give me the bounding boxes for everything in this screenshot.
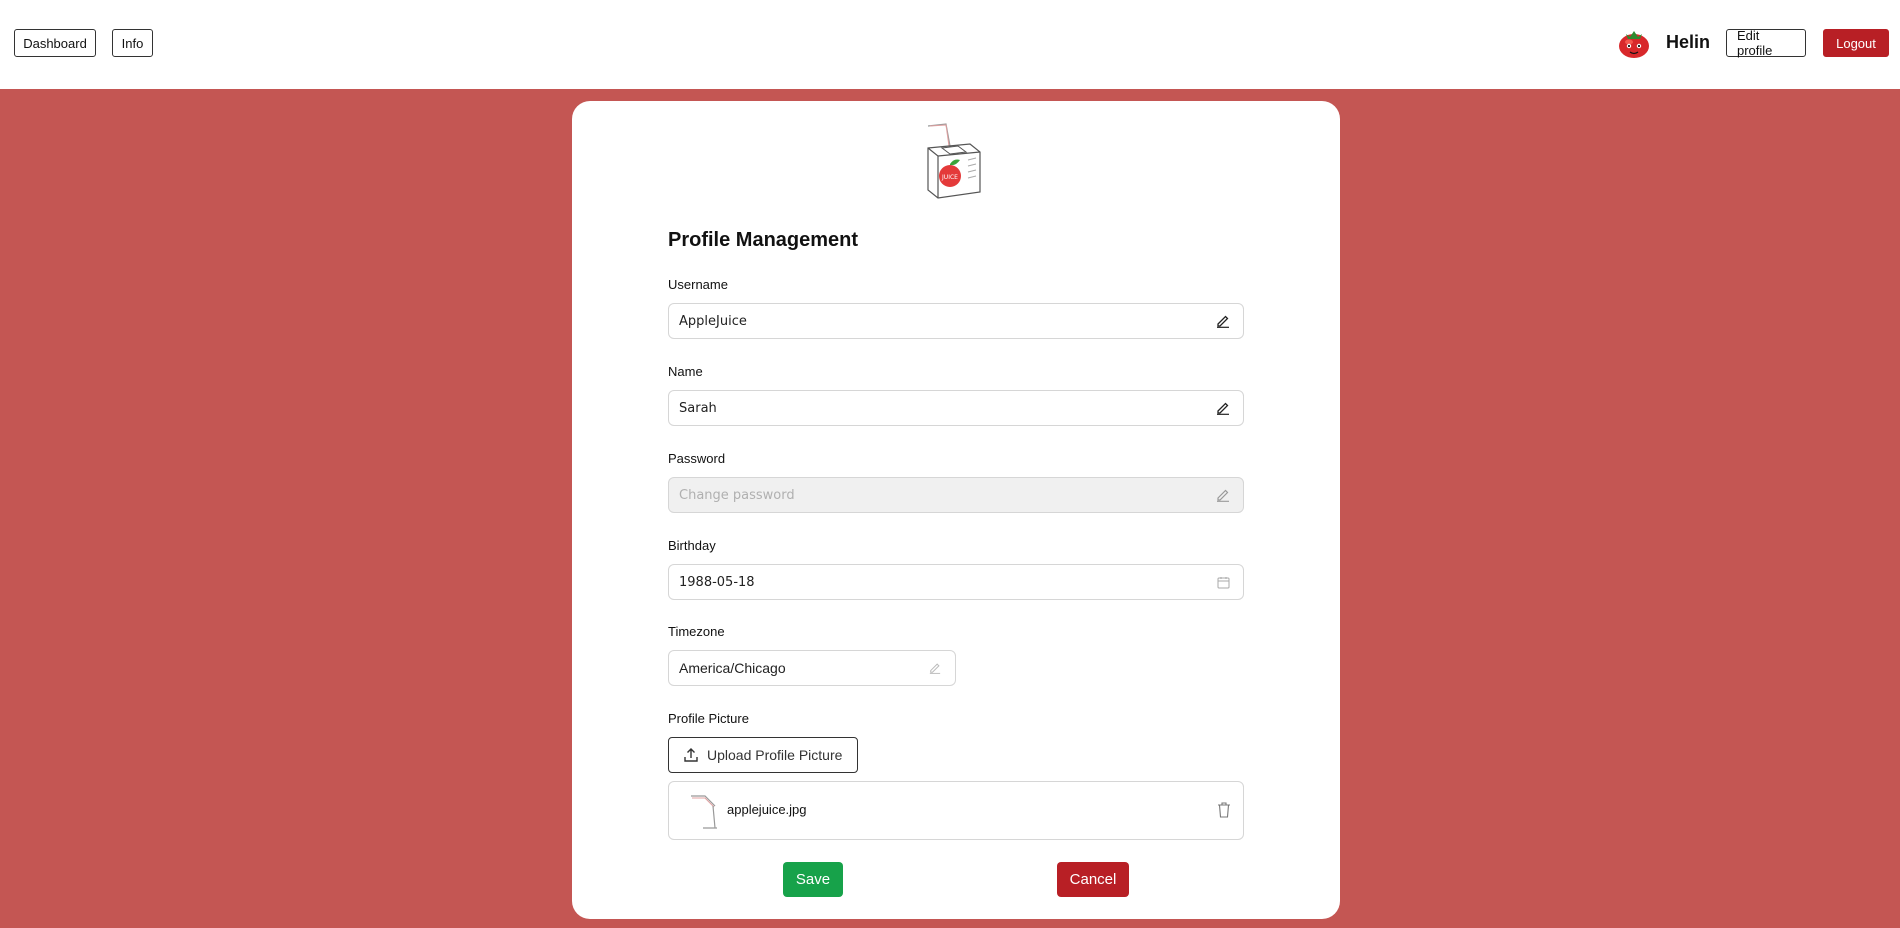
top-bar: Dashboard Info Helin Edit profile Logout <box>0 0 1900 89</box>
calendar-icon[interactable] <box>1215 574 1231 590</box>
logout-button[interactable]: Logout <box>1823 29 1889 57</box>
edit-profile-button[interactable]: Edit profile <box>1726 28 1806 58</box>
pencil-icon[interactable] <box>1215 400 1231 416</box>
timezone-label: Timezone <box>668 624 725 639</box>
upload-label: Upload Profile Picture <box>707 747 843 763</box>
password-field[interactable]: Change password <box>668 477 1244 513</box>
uploaded-file-item: applejuice.jpg <box>668 781 1244 840</box>
save-button[interactable]: Save <box>783 862 843 897</box>
birthday-field[interactable]: 1988-05-18 <box>668 564 1244 600</box>
timezone-value: America/Chicago <box>679 660 786 676</box>
tomato-avatar-icon <box>1619 31 1649 58</box>
dashboard-button[interactable]: Dashboard <box>14 29 96 57</box>
apple-juice-box-logo: JUICE <box>927 123 981 199</box>
username-field[interactable]: AppleJuice <box>668 303 1244 339</box>
pencil-icon[interactable] <box>1215 313 1231 329</box>
info-button[interactable]: Info <box>112 29 153 57</box>
password-placeholder: Change password <box>679 487 795 503</box>
trash-icon[interactable] <box>1217 802 1231 818</box>
name-field[interactable]: Sarah <box>668 390 1244 426</box>
username-value: AppleJuice <box>679 313 747 329</box>
birthday-value: 1988-05-18 <box>679 574 755 590</box>
logo-text: JUICE <box>941 174 958 181</box>
upload-icon <box>684 748 698 762</box>
current-username: Helin <box>1666 32 1711 52</box>
cancel-button[interactable]: Cancel <box>1057 862 1129 897</box>
username-label: Username <box>668 277 728 292</box>
page-title: Profile Management <box>668 229 859 251</box>
name-value: Sarah <box>679 400 717 416</box>
name-label: Name <box>668 364 703 379</box>
upload-profile-picture-button[interactable]: Upload Profile Picture <box>668 737 858 773</box>
profile-picture-label: Profile Picture <box>668 711 749 726</box>
pencil-icon[interactable] <box>927 660 943 676</box>
file-name: applejuice.jpg <box>727 802 807 817</box>
file-thumbnail <box>691 795 717 829</box>
pencil-icon[interactable] <box>1215 487 1231 503</box>
timezone-select[interactable]: America/Chicago <box>668 650 956 686</box>
password-label: Password <box>668 451 726 466</box>
birthday-label: Birthday <box>668 538 716 553</box>
